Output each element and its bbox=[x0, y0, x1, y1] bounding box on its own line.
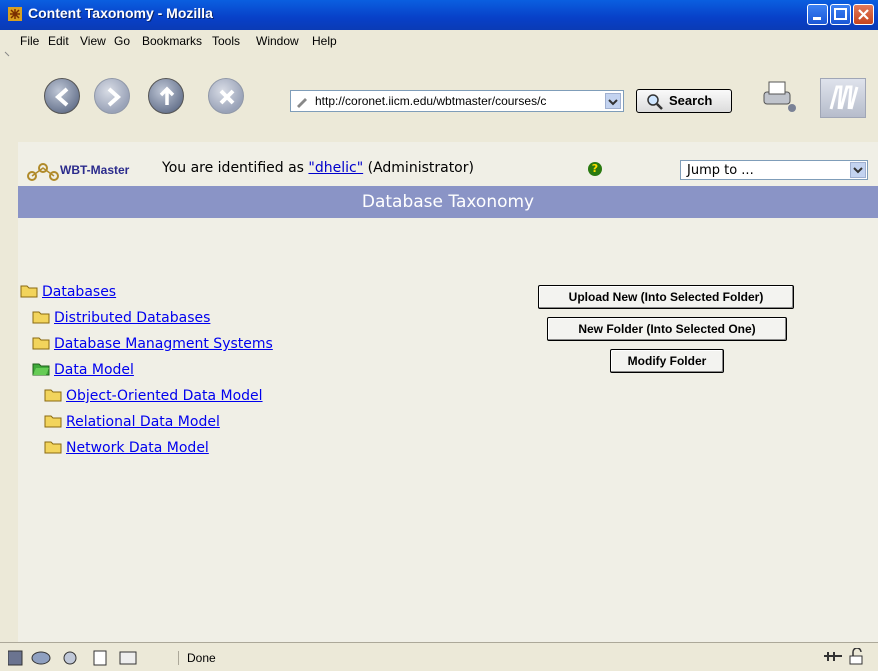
tree-item-relational-data-model[interactable]: Relational Data Model bbox=[44, 414, 220, 430]
page-content: WBT-Master You are identified as "dhelic… bbox=[18, 142, 878, 642]
maximize-button[interactable] bbox=[830, 4, 851, 25]
search-label: Search bbox=[669, 93, 713, 108]
menu-bookmarks[interactable]: Bookmarks bbox=[142, 34, 202, 48]
new-folder-button[interactable]: New Folder (Into Selected One) bbox=[547, 317, 787, 341]
address-bar[interactable]: http://coronet.iicm.edu/wbtmaster/course… bbox=[290, 90, 624, 112]
chevron-down-icon bbox=[853, 167, 863, 174]
folder-icon bbox=[32, 311, 50, 324]
tree-link[interactable]: Object-Oriented Data Model bbox=[66, 388, 263, 404]
close-button[interactable] bbox=[853, 4, 874, 25]
menu-go[interactable]: Go bbox=[114, 34, 130, 48]
status-bar: Done bbox=[0, 642, 878, 671]
mozilla-m-icon bbox=[829, 85, 859, 110]
jump-to-dropdown-button[interactable] bbox=[850, 162, 866, 178]
back-button[interactable] bbox=[44, 78, 80, 114]
menu-window[interactable]: Window bbox=[256, 34, 299, 48]
security-lock-icon bbox=[824, 648, 863, 665]
tree-item-database-managment-systems[interactable]: Database Managment Systems bbox=[32, 336, 273, 352]
minimize-icon bbox=[813, 17, 821, 20]
reload-button[interactable] bbox=[148, 78, 184, 114]
reload-icon bbox=[159, 86, 175, 105]
minimize-button[interactable] bbox=[807, 4, 828, 25]
window-titlebar: Content Taxonomy - Mozilla bbox=[0, 0, 878, 30]
modify-folder-button[interactable]: Modify Folder bbox=[610, 349, 724, 373]
folder-icon bbox=[44, 389, 62, 402]
wbt-master-label: WBT-Master bbox=[60, 163, 130, 177]
tree-item-data-model[interactable]: Data Model bbox=[32, 362, 134, 378]
folder-icon bbox=[20, 285, 38, 298]
tree-link[interactable]: Data Model bbox=[54, 362, 134, 378]
forward-arrow-icon bbox=[107, 87, 122, 107]
identified-prefix: You are identified as bbox=[162, 160, 304, 176]
chevron-down-icon bbox=[608, 99, 618, 106]
mozilla-app-icon bbox=[8, 7, 22, 21]
jump-to-select[interactable]: Jump to ... bbox=[680, 160, 868, 180]
forward-button[interactable] bbox=[94, 78, 130, 114]
user-link[interactable]: "dhelic" bbox=[308, 160, 363, 176]
stop-button[interactable] bbox=[208, 78, 244, 114]
identity-line: You are identified as "dhelic" (Administ… bbox=[162, 160, 474, 176]
tree-link[interactable]: Databases bbox=[42, 284, 116, 300]
page-icon bbox=[297, 98, 307, 108]
tree-item-databases[interactable]: Databases bbox=[20, 284, 116, 300]
folder-icon bbox=[32, 337, 50, 350]
component-bar-icons bbox=[8, 650, 137, 666]
folder-icon bbox=[44, 415, 62, 428]
tab-strip bbox=[0, 126, 878, 143]
status-text: Done bbox=[178, 651, 216, 665]
throbber[interactable] bbox=[820, 78, 866, 118]
tree-link[interactable]: Relational Data Model bbox=[66, 414, 220, 430]
menu-view[interactable]: View bbox=[80, 34, 106, 48]
search-button[interactable]: Search bbox=[636, 89, 732, 113]
help-icon[interactable]: ? bbox=[588, 162, 602, 176]
tree-link[interactable]: Distributed Databases bbox=[54, 310, 210, 326]
folder-icon bbox=[44, 441, 62, 454]
tree-link[interactable]: Network Data Model bbox=[66, 440, 209, 456]
page-banner: Database Taxonomy bbox=[18, 186, 878, 218]
menu-edit[interactable]: Edit bbox=[48, 34, 69, 48]
navigation-toolbar: http://coronet.iicm.edu/wbtmaster/course… bbox=[0, 70, 878, 127]
address-text: http://coronet.iicm.edu/wbtmaster/course… bbox=[315, 94, 547, 108]
back-arrow-icon bbox=[54, 87, 69, 107]
close-icon bbox=[858, 9, 869, 20]
tree-item-object-oriented-data-model[interactable]: Object-Oriented Data Model bbox=[44, 388, 263, 404]
user-role: (Administrator) bbox=[367, 160, 474, 176]
menu-help[interactable]: Help bbox=[312, 34, 337, 48]
jump-to-value: Jump to ... bbox=[687, 163, 754, 178]
left-gutter bbox=[0, 142, 18, 642]
tree-item-distributed-databases[interactable]: Distributed Databases bbox=[32, 310, 210, 326]
menu-bar: File Edit View Go Bookmarks Tools Window… bbox=[0, 30, 878, 71]
maximize-icon bbox=[834, 8, 847, 20]
stop-icon bbox=[219, 89, 235, 105]
menu-tools[interactable]: Tools bbox=[212, 34, 240, 48]
printer-icon[interactable] bbox=[760, 78, 796, 114]
search-icon bbox=[647, 94, 663, 110]
address-dropdown-button[interactable] bbox=[605, 93, 621, 109]
toolbar-grip-icon[interactable] bbox=[4, 40, 10, 58]
tree-item-network-data-model[interactable]: Network Data Model bbox=[44, 440, 209, 456]
window-title: Content Taxonomy - Mozilla bbox=[28, 5, 213, 21]
menu-file[interactable]: File bbox=[20, 34, 39, 48]
open-folder-icon bbox=[32, 363, 50, 376]
tree-link[interactable]: Database Managment Systems bbox=[54, 336, 273, 352]
wbt-logo-icon bbox=[27, 163, 59, 181]
upload-new-button[interactable]: Upload New (Into Selected Folder) bbox=[538, 285, 794, 309]
